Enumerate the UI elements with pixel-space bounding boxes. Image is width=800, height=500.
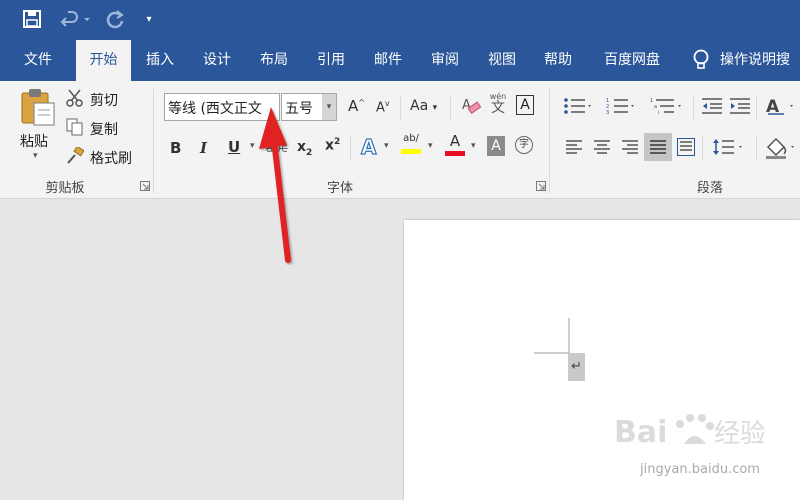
font-launcher-icon[interactable]	[536, 181, 546, 191]
cut-button[interactable]: 剪切	[90, 90, 118, 110]
clipboard-group-label: 剪贴板	[45, 181, 85, 196]
divider	[756, 135, 757, 161]
annotation-arrow-icon	[259, 107, 291, 263]
text-effects-dropdown-icon[interactable]: ▾	[384, 141, 389, 151]
save-icon[interactable]	[22, 9, 42, 29]
tab-baidu-netdisk[interactable]: 百度网盘	[592, 40, 672, 81]
divider	[693, 95, 694, 121]
distributed-icon[interactable]	[677, 138, 695, 156]
svg-text:a: a	[654, 104, 657, 110]
tab-mailings[interactable]: 邮件	[363, 40, 413, 81]
paste-dropdown-icon[interactable]: ▾	[33, 151, 38, 161]
svg-text:3: 3	[606, 110, 609, 115]
font-color-button[interactable]: A	[444, 133, 466, 159]
tell-me-search[interactable]: 操作说明搜	[720, 40, 800, 81]
tab-help[interactable]: 帮助	[533, 40, 583, 81]
paragraph-group-label: 段落	[696, 181, 723, 196]
italic-button[interactable]: I	[200, 139, 207, 157]
change-case-label: Aa	[410, 98, 429, 114]
group-separator	[153, 89, 154, 193]
justify-button[interactable]	[644, 133, 672, 161]
line-spacing-icon[interactable]	[712, 137, 746, 157]
decrease-indent-icon[interactable]	[702, 97, 722, 115]
format-painter-icon[interactable]	[66, 147, 84, 165]
grow-font-button[interactable]: A^	[348, 97, 365, 115]
margin-crop-mark	[534, 318, 570, 354]
customize-qat-icon[interactable]: ▾	[142, 12, 156, 28]
svg-text:Bai: Bai	[614, 415, 667, 450]
clipboard-launcher-icon[interactable]	[140, 181, 150, 191]
baidu-jingyan-logo: Bai 经验	[614, 414, 764, 450]
tab-home[interactable]: 开始	[76, 40, 131, 81]
divider	[350, 135, 351, 161]
scissors-icon[interactable]	[66, 89, 84, 107]
highlight-swatch	[401, 149, 421, 154]
align-right-icon[interactable]	[622, 139, 638, 155]
copy-button[interactable]: 复制	[90, 119, 118, 139]
font-color-icon: A	[449, 132, 461, 150]
align-center-icon[interactable]	[594, 139, 610, 155]
group-separator	[549, 89, 550, 193]
grow-font-icon: A	[348, 97, 359, 115]
tab-view[interactable]: 视图	[477, 40, 527, 81]
align-left-icon[interactable]	[566, 139, 582, 155]
numbering-icon[interactable]: 123	[606, 97, 636, 115]
font-size-dropdown-icon[interactable]: ▾	[322, 94, 336, 120]
divider	[450, 95, 451, 121]
paste-button[interactable]: 粘贴	[20, 131, 48, 151]
tab-insert[interactable]: 插入	[136, 40, 184, 81]
phonetic-guide-button[interactable]: wén 文	[489, 92, 507, 116]
multilevel-list-icon[interactable]: 1ai	[650, 97, 684, 115]
shrink-font-icon: A	[376, 100, 385, 116]
shading-icon[interactable]	[764, 135, 798, 159]
tab-design[interactable]: 设计	[192, 40, 242, 81]
undo-icon[interactable]	[60, 10, 90, 30]
bold-button[interactable]: B	[170, 139, 181, 157]
phonetic-bottom: 文	[491, 100, 505, 116]
highlight-dropdown-icon[interactable]: ▾	[428, 141, 433, 151]
character-border-button[interactable]: A	[516, 95, 534, 115]
highlight-color-button[interactable]: ab/	[400, 133, 422, 159]
chinese-layout-icon[interactable]: A	[766, 95, 798, 117]
text-effects-icon[interactable]: A	[360, 134, 377, 159]
highlight-icon: ab/	[403, 133, 419, 144]
change-case-button[interactable]: Aa ▾	[410, 98, 437, 114]
character-shading-button[interactable]: A	[487, 136, 505, 156]
tab-review[interactable]: 审阅	[420, 40, 470, 81]
justify-icon	[650, 140, 666, 154]
svg-text:i: i	[658, 110, 659, 115]
clear-formatting-icon[interactable]: A	[460, 95, 482, 117]
increase-indent-icon[interactable]	[730, 97, 750, 115]
underline-dropdown-icon[interactable]: ▾	[250, 141, 255, 151]
copy-icon[interactable]	[66, 118, 84, 136]
superscript-button[interactable]: x2	[325, 137, 340, 154]
divider	[702, 135, 703, 161]
shrink-font-button[interactable]: Av	[376, 99, 390, 115]
lightbulb-icon[interactable]	[690, 48, 712, 72]
tab-layout[interactable]: 布局	[250, 40, 298, 81]
svg-text:经验: 经验	[714, 419, 764, 449]
font-color-swatch	[445, 151, 465, 156]
font-color-dropdown-icon[interactable]: ▾	[471, 141, 476, 151]
font-group-label: 字体	[326, 181, 353, 196]
format-painter-button[interactable]: 格式刷	[90, 148, 132, 168]
divider	[756, 95, 757, 121]
paragraph-mark-icon: ↵	[568, 353, 585, 381]
underline-button[interactable]: U	[228, 138, 240, 156]
enclose-characters-button[interactable]: 字	[515, 136, 533, 154]
tab-file[interactable]: 文件	[10, 40, 66, 81]
ribbon-home: 粘贴 ▾ 剪切 复制 格式刷 剪贴板 等线 (西文正文 五号 ▾ A^ Av A…	[0, 81, 800, 199]
tab-references[interactable]: 引用	[306, 40, 356, 81]
ribbon-tab-bar: 文件 开始 插入 设计 布局 引用 邮件 审阅 视图 帮助 百度网盘 操作说明搜	[0, 40, 800, 81]
paste-icon[interactable]	[18, 87, 58, 127]
document-page[interactable]	[404, 220, 800, 500]
divider	[400, 95, 401, 121]
svg-text:1: 1	[650, 98, 653, 104]
bullets-icon[interactable]	[563, 97, 593, 115]
watermark-url: jingyan.baidu.com	[640, 462, 760, 477]
redo-icon[interactable]	[104, 9, 126, 31]
